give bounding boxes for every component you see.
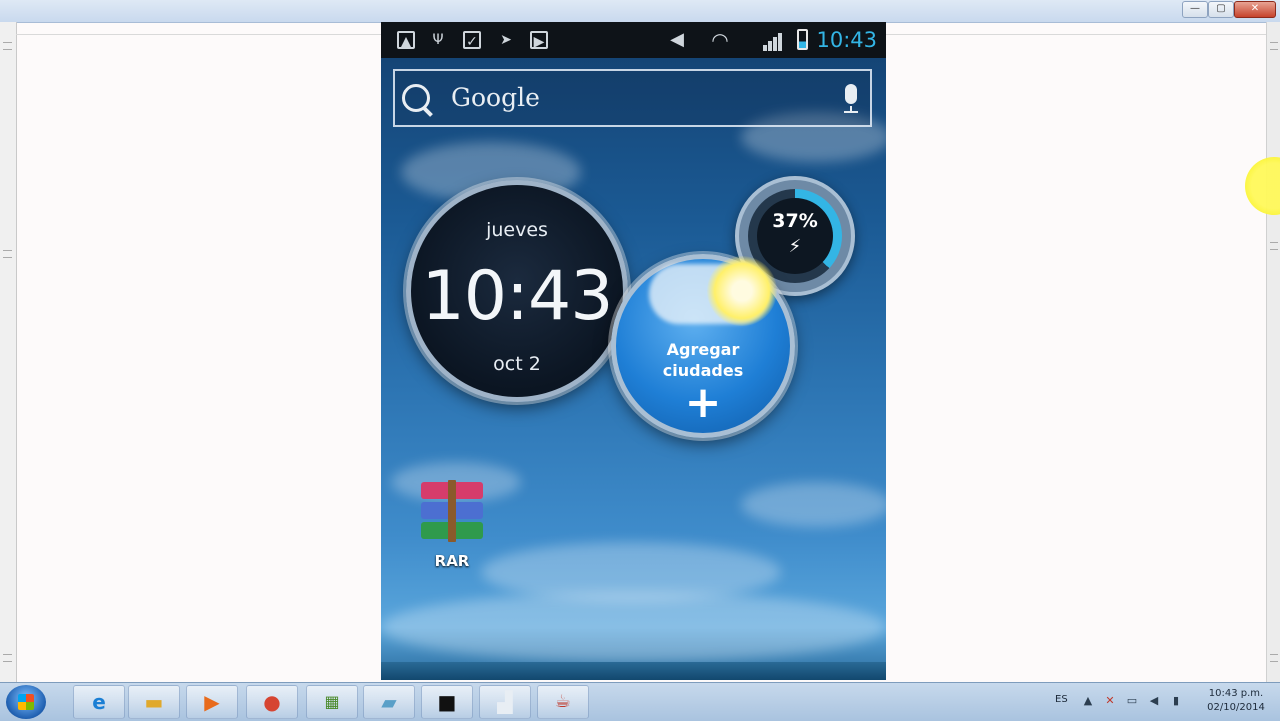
microphone-icon-base xyxy=(844,111,858,113)
java-icon: ☕ xyxy=(554,691,572,712)
action-center-icon[interactable]: ▭ xyxy=(1126,695,1138,707)
taskbar-time: 10:43 p.m. xyxy=(1208,688,1264,699)
paint-icon: ▟ xyxy=(497,690,513,714)
twitter-icon: ➤ xyxy=(500,32,512,48)
taskbar-chrome[interactable]: ● xyxy=(246,685,298,719)
wallpaper-sea xyxy=(381,662,886,680)
maximize-button[interactable]: ▢ xyxy=(1208,1,1234,18)
splitter-grip xyxy=(3,654,12,662)
shopping-bag-icon: ▶ xyxy=(530,31,548,50)
clock-widget[interactable]: jueves 10:43 oct 2 xyxy=(406,180,628,402)
taskbar-file-explorer[interactable]: ▬ xyxy=(128,685,180,719)
taskbar-media-player[interactable]: ▶ xyxy=(186,685,238,719)
status-time: 10:43 xyxy=(816,28,877,52)
windows-taskbar: e ▬ ▶ ● ▦ ▰ ■ ▟ ☕ ES ▲ ✕ ▭ ◀ ▮ 10:43 p.m… xyxy=(0,682,1280,721)
battery-inner: 37% ⚡ xyxy=(757,198,833,274)
scrollbar-grip xyxy=(1270,654,1278,662)
taskbar-clock[interactable]: 10:43 p.m. 02/10/2014 xyxy=(1196,687,1276,715)
taskbar-command-prompt[interactable]: ■ xyxy=(421,685,473,719)
search-icon-handle xyxy=(421,105,433,117)
media-player-icon: ▶ xyxy=(204,690,220,714)
google-label: Google xyxy=(451,83,540,112)
windows-logo-icon xyxy=(18,694,34,710)
add-cities-label: Agregar ciudades xyxy=(616,339,790,381)
microphone-icon[interactable] xyxy=(845,84,857,104)
folder-icon: ▬ xyxy=(144,690,164,714)
scrollbar-grip xyxy=(1270,242,1278,250)
volume-icon[interactable]: ◀ xyxy=(1148,695,1160,707)
wallpaper-cloud xyxy=(381,592,886,662)
sun-icon xyxy=(707,256,777,326)
notepad-icon: ▰ xyxy=(381,690,397,714)
rar-app-label[interactable]: RAR xyxy=(411,552,493,570)
clock-day: jueves xyxy=(486,219,548,241)
taskbar-date: 02/10/2014 xyxy=(1207,702,1265,713)
language-indicator[interactable]: ES xyxy=(1055,694,1068,705)
scrollbar-grip xyxy=(1270,42,1278,50)
battery-icon xyxy=(797,29,808,50)
close-button[interactable]: ✕ xyxy=(1234,1,1276,18)
internet-explorer-icon: e xyxy=(92,690,106,714)
clock-time: 10:43 xyxy=(421,257,614,336)
left-splitter[interactable] xyxy=(0,22,17,682)
status-bar[interactable]: ▲ Ψ ✓ ➤ ▶ ◀ ◠ 10:43 xyxy=(381,22,886,58)
taskbar-java[interactable]: ☕ xyxy=(537,685,589,719)
apps-grid-icon: ▦ xyxy=(324,692,340,711)
splitter-grip xyxy=(3,42,12,50)
cursor-highlight xyxy=(1245,157,1280,215)
wifi-icon: ◠ xyxy=(711,28,729,52)
add-cities-line1: Agregar xyxy=(666,340,740,359)
signal-icon xyxy=(763,33,782,51)
android-home-screen: ▲ Ψ ✓ ➤ ▶ ◀ ◠ 10:43 Google jueves 10:43 … xyxy=(381,22,886,680)
charging-icon: ⚡ xyxy=(788,236,802,257)
wallpaper-cloud xyxy=(741,482,886,527)
power-icon[interactable]: ▮ xyxy=(1170,695,1182,707)
google-search-bar[interactable]: Google xyxy=(393,69,872,127)
battery-percent: 37% xyxy=(772,210,818,232)
clock-date: oct 2 xyxy=(493,353,541,375)
command-prompt-icon: ■ xyxy=(437,690,457,714)
taskbar-apps-grid[interactable]: ▦ xyxy=(306,685,358,719)
vertical-scrollbar[interactable] xyxy=(1266,22,1280,682)
taskbar-notepad[interactable]: ▰ xyxy=(363,685,415,719)
speaker-mute-icon: ◀ xyxy=(670,29,684,50)
rar-strap xyxy=(448,480,456,542)
checkmark-icon: ✓ xyxy=(463,31,481,50)
minimize-button[interactable]: — xyxy=(1182,1,1208,18)
system-tray: ES ▲ ✕ ▭ ◀ ▮ 10:43 p.m. 02/10/2014 xyxy=(1046,683,1280,721)
start-button[interactable] xyxy=(6,685,46,719)
network-error-icon[interactable]: ✕ xyxy=(1104,695,1116,707)
chrome-icon: ● xyxy=(263,690,281,714)
taskbar-paint[interactable]: ▟ xyxy=(479,685,531,719)
show-hidden-icons-icon[interactable]: ▲ xyxy=(1082,695,1094,707)
add-city-plus-icon[interactable]: + xyxy=(616,381,790,425)
upload-icon: ▲ xyxy=(397,31,415,50)
taskbar-internet-explorer[interactable]: e xyxy=(73,685,125,719)
splitter-grip xyxy=(3,250,12,258)
usb-icon: Ψ xyxy=(432,32,444,48)
rar-app-icon[interactable] xyxy=(421,480,483,542)
host-window-titlebar: — ▢ ✕ xyxy=(0,0,1280,23)
